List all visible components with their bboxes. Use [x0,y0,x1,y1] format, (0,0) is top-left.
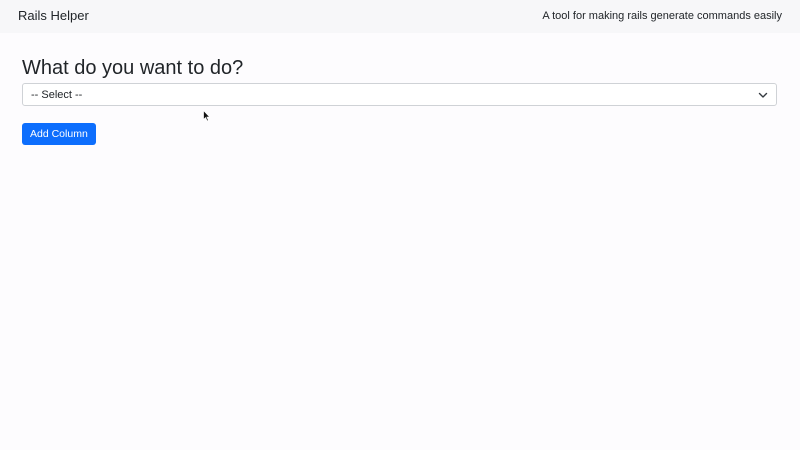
navbar-tagline: A tool for making rails generate command… [542,10,782,22]
brand-link[interactable]: Rails Helper [18,8,89,24]
mouse-cursor-icon [203,109,211,122]
action-select-value: -- Select -- [31,89,83,101]
chevron-down-icon [758,90,768,100]
add-column-button[interactable]: Add Column [22,123,96,145]
main-content: What do you want to do? -- Select -- Add… [22,56,778,145]
action-select[interactable]: -- Select -- [22,83,777,106]
navbar: Rails Helper A tool for making rails gen… [0,0,800,33]
page-title: What do you want to do? [22,57,244,79]
